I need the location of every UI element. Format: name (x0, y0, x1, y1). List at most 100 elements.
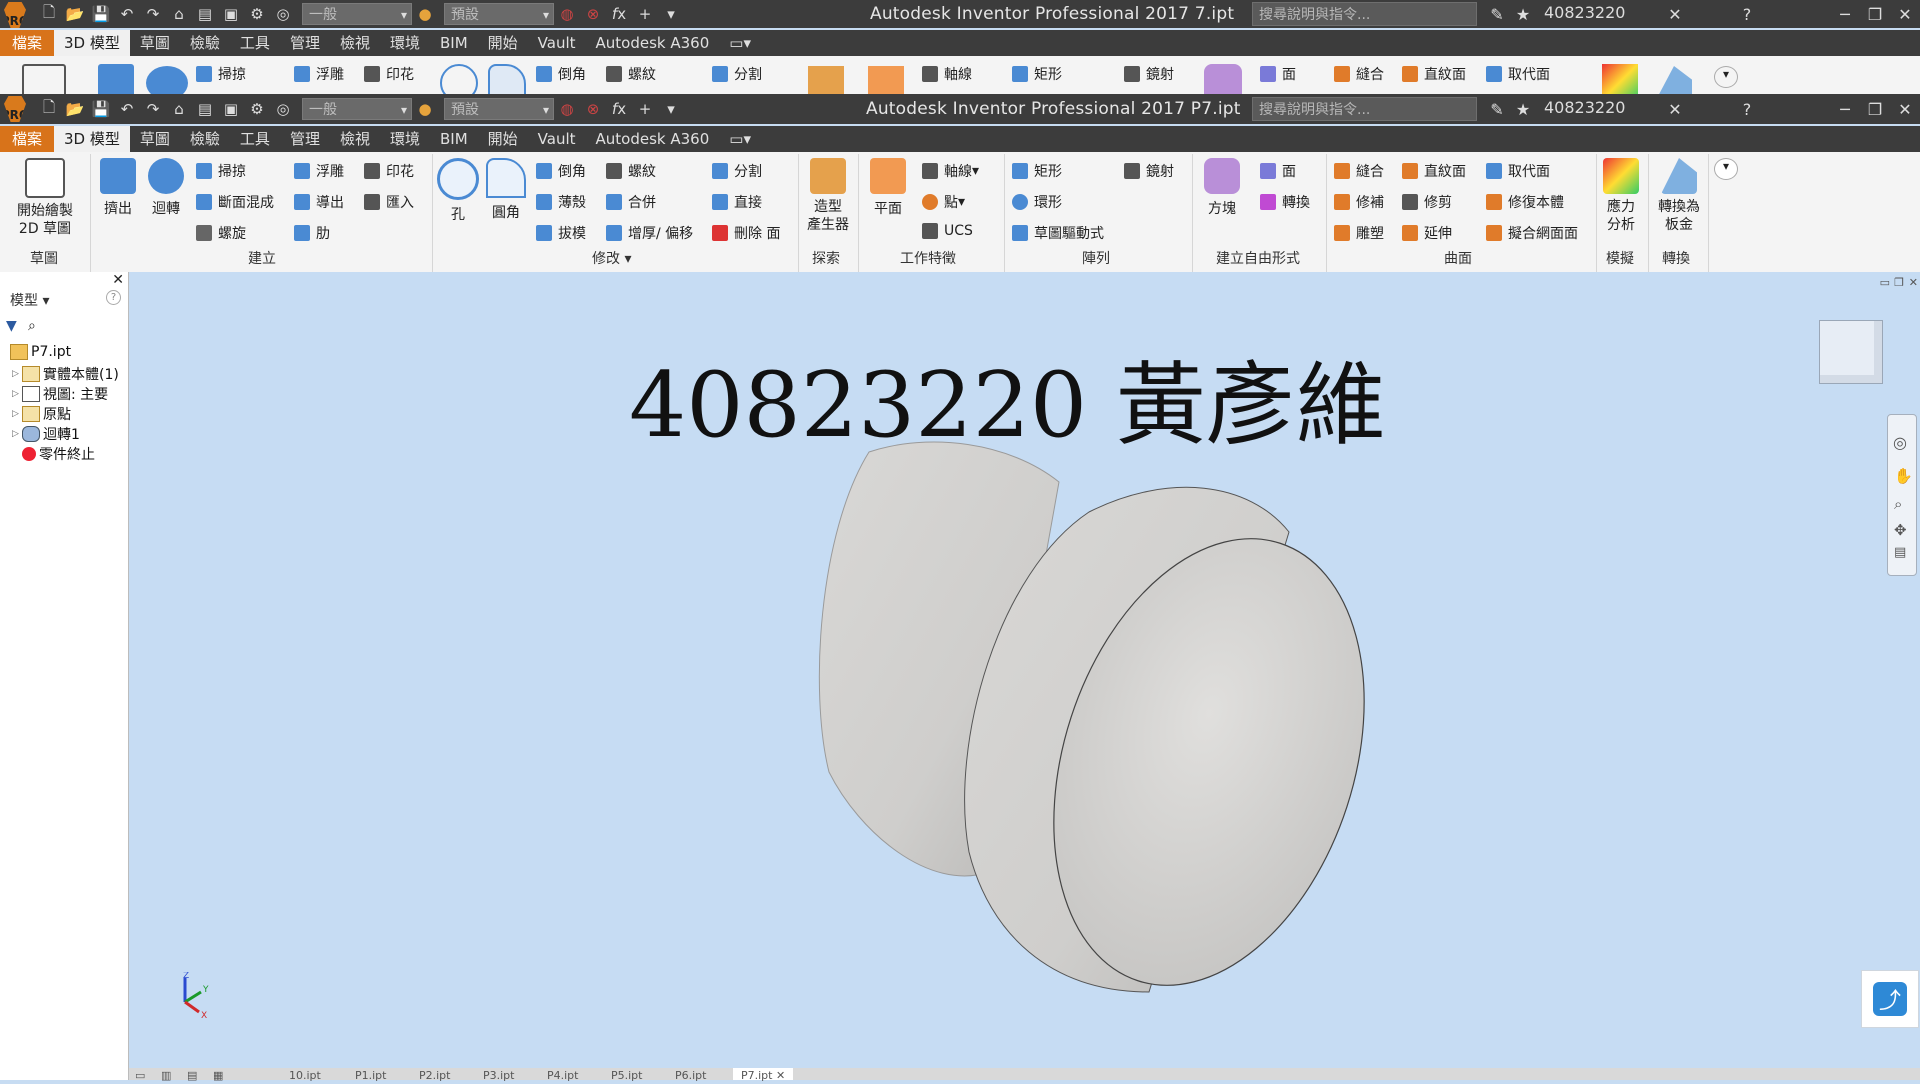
shape-generator-button[interactable]: 造型 產生器 (804, 158, 852, 234)
mirror-button-2[interactable]: 鏡射 (1124, 161, 1174, 181)
expand-icon[interactable]: ▷ (12, 389, 22, 399)
tab-inspect[interactable]: 檢驗 (180, 30, 230, 56)
ruled-surface-button[interactable]: 直紋面 (1402, 64, 1466, 84)
minimize-button-2[interactable]: ─ (1830, 94, 1860, 124)
fx-icon-2[interactable]: fx (606, 98, 632, 120)
tile-vertical-icon[interactable]: ▥ (161, 1068, 171, 1082)
zoom-icon[interactable]: ⌕ (1894, 495, 1902, 513)
exchange-icon[interactable]: ✕ (1660, 0, 1690, 28)
emboss-button[interactable]: 浮雕 (294, 64, 344, 84)
color-wheel-icon[interactable]: ● (412, 3, 438, 25)
orbit-icon[interactable]: ✥ (1894, 521, 1907, 539)
expand-icon[interactable]: ▷ (12, 409, 22, 419)
tab-environments[interactable]: 環境 (380, 30, 430, 56)
trim-button[interactable]: 修剪 (1402, 192, 1452, 212)
fillet-icon[interactable] (488, 64, 526, 94)
graphics-viewport[interactable]: ▭ ❐ ✕ 40823220 黃彥維 ◎ ✋ ⌕ ✥ ▤ Z Y X ⤴ (129, 272, 1920, 1070)
draft-button[interactable]: 拔模 (536, 223, 586, 243)
clear-appearance-icon-2[interactable]: ⊗ (580, 98, 606, 120)
stitch-button-2[interactable]: 縫合 (1334, 161, 1384, 181)
steering-wheel-icon[interactable]: ◎ (1893, 433, 1907, 452)
help-icon-2[interactable]: ? (1732, 94, 1762, 124)
start-2d-sketch-button[interactable]: 開始繪製 2D 草圖 (14, 158, 76, 238)
inventor-logo[interactable]: PRO (4, 2, 26, 28)
chamfer-button-2[interactable]: 倒角 (536, 161, 586, 181)
sculpt-button[interactable]: 雕塑 (1334, 223, 1384, 243)
print-icon[interactable]: ▤ (192, 3, 218, 25)
rib-button[interactable]: 肋 (294, 223, 330, 243)
tab-sketch-2[interactable]: 草圖 (130, 126, 180, 152)
find-icon[interactable]: ⌕ (28, 318, 36, 334)
tab-tools-2[interactable]: 工具 (230, 126, 280, 152)
tab-vault-2[interactable]: Vault (528, 126, 586, 152)
browser-close-icon[interactable]: ✕ (112, 272, 124, 288)
doc-tab-p5[interactable]: P5.ipt (611, 1068, 642, 1082)
browser-header[interactable]: 模型 ▾ (10, 290, 49, 310)
chamfer-button[interactable]: 倒角 (536, 64, 586, 84)
style-dropdown[interactable]: 一般 (302, 3, 412, 26)
freeform-convert-button[interactable]: 轉換 (1260, 192, 1310, 212)
redo-icon-2[interactable]: ↷ (140, 98, 166, 120)
tile-horizontal-icon[interactable]: ▭ (135, 1068, 145, 1082)
freeform-box-button[interactable]: 方塊 (1200, 158, 1244, 218)
plus-icon-2[interactable]: + (632, 98, 658, 120)
adjust-icon[interactable]: ◍ (554, 3, 580, 25)
appearance-dropdown-2[interactable]: 預設 (444, 98, 554, 121)
user-name[interactable]: 40823220 (1544, 3, 1625, 22)
replace-face-button[interactable]: 取代面 (1486, 64, 1550, 84)
redo-icon[interactable]: ↷ (140, 3, 166, 25)
appearance-dropdown[interactable]: 預設 (444, 3, 554, 26)
mirror-button[interactable]: 鏡射 (1124, 64, 1174, 84)
new-file-icon[interactable]: 🗋 (36, 3, 62, 25)
doc-tab-close-icon[interactable]: ✕ (776, 1069, 785, 1082)
update-icon-2[interactable]: ⚙ (244, 98, 270, 120)
new-file-icon-2[interactable]: 🗋 (36, 98, 62, 120)
tab-bim[interactable]: BIM (430, 30, 478, 56)
tab-sketch[interactable]: 草圖 (130, 30, 180, 56)
close-button[interactable]: ✕ (1890, 0, 1920, 28)
axis-button[interactable]: 軸線 (922, 64, 972, 84)
expand-icon[interactable]: ▷ (12, 429, 22, 439)
combine-button[interactable]: 合併 (606, 192, 656, 212)
tree-item-view[interactable]: ▷ 視圖: 主要 (12, 384, 108, 404)
coil-button[interactable]: 螺旋 (196, 223, 246, 243)
sweep-button[interactable]: 掃掠 (196, 64, 246, 84)
adjust-icon-2[interactable]: ◍ (554, 98, 580, 120)
patch-button[interactable]: 修補 (1334, 192, 1384, 212)
tab-panel-toggle-icon-2[interactable]: ▭▾ (719, 126, 761, 152)
extend-button[interactable]: 延伸 (1402, 223, 1452, 243)
doc-tab-p6[interactable]: P6.ipt (675, 1068, 706, 1082)
shape-generator-icon[interactable] (808, 66, 844, 94)
search-input-2[interactable]: 搜尋說明與指令... (1252, 97, 1477, 121)
circular-pattern-button[interactable]: 環形 (1012, 192, 1062, 212)
doc-tab-p3[interactable]: P3.ipt (483, 1068, 514, 1082)
freeform-face-button[interactable]: 面 (1260, 161, 1296, 181)
ruled-surface-button-2[interactable]: 直紋面 (1402, 161, 1466, 181)
look-at-icon[interactable]: ▤ (1894, 545, 1906, 560)
favorite-icon[interactable]: ★ (1508, 0, 1538, 28)
ucs-button[interactable]: UCS (922, 223, 973, 239)
stress-analysis-icon[interactable] (1602, 64, 1638, 94)
hole-button[interactable]: 孔 (437, 158, 479, 224)
tree-item-part[interactable]: P7.ipt (10, 344, 71, 360)
fillet-button[interactable]: 圓角 (486, 158, 526, 222)
derive-button[interactable]: 導出 (294, 192, 344, 212)
tab-manage-2[interactable]: 管理 (280, 126, 330, 152)
sketch-driven-pattern-button[interactable]: 草圖驅動式 (1012, 223, 1104, 243)
inventor-logo-2[interactable]: PRO (4, 96, 26, 122)
rect-pattern-button-2[interactable]: 矩形 (1012, 161, 1062, 181)
expand-icon[interactable]: ▷ (12, 369, 22, 379)
save-icon[interactable]: 💾 (88, 3, 114, 25)
doc-tab-p7-active[interactable]: P7.ipt ✕ (733, 1068, 794, 1082)
doc-tab-p4[interactable]: P4.ipt (547, 1068, 578, 1082)
tree-item-origin[interactable]: ▷ 原點 (12, 404, 71, 424)
rect-pattern-button[interactable]: 矩形 (1012, 64, 1062, 84)
thread-button-2[interactable]: 螺紋 (606, 161, 656, 181)
viewcube[interactable] (1819, 320, 1883, 384)
update-icon[interactable]: ⚙ (244, 3, 270, 25)
print-icon-2[interactable]: ▤ (192, 98, 218, 120)
panel-options-icon-2[interactable]: ▾ (1714, 158, 1738, 180)
tab-inspect-2[interactable]: 檢驗 (180, 126, 230, 152)
tab-view-2[interactable]: 檢視 (330, 126, 380, 152)
doc-tab-10[interactable]: 10.ipt (289, 1068, 321, 1082)
